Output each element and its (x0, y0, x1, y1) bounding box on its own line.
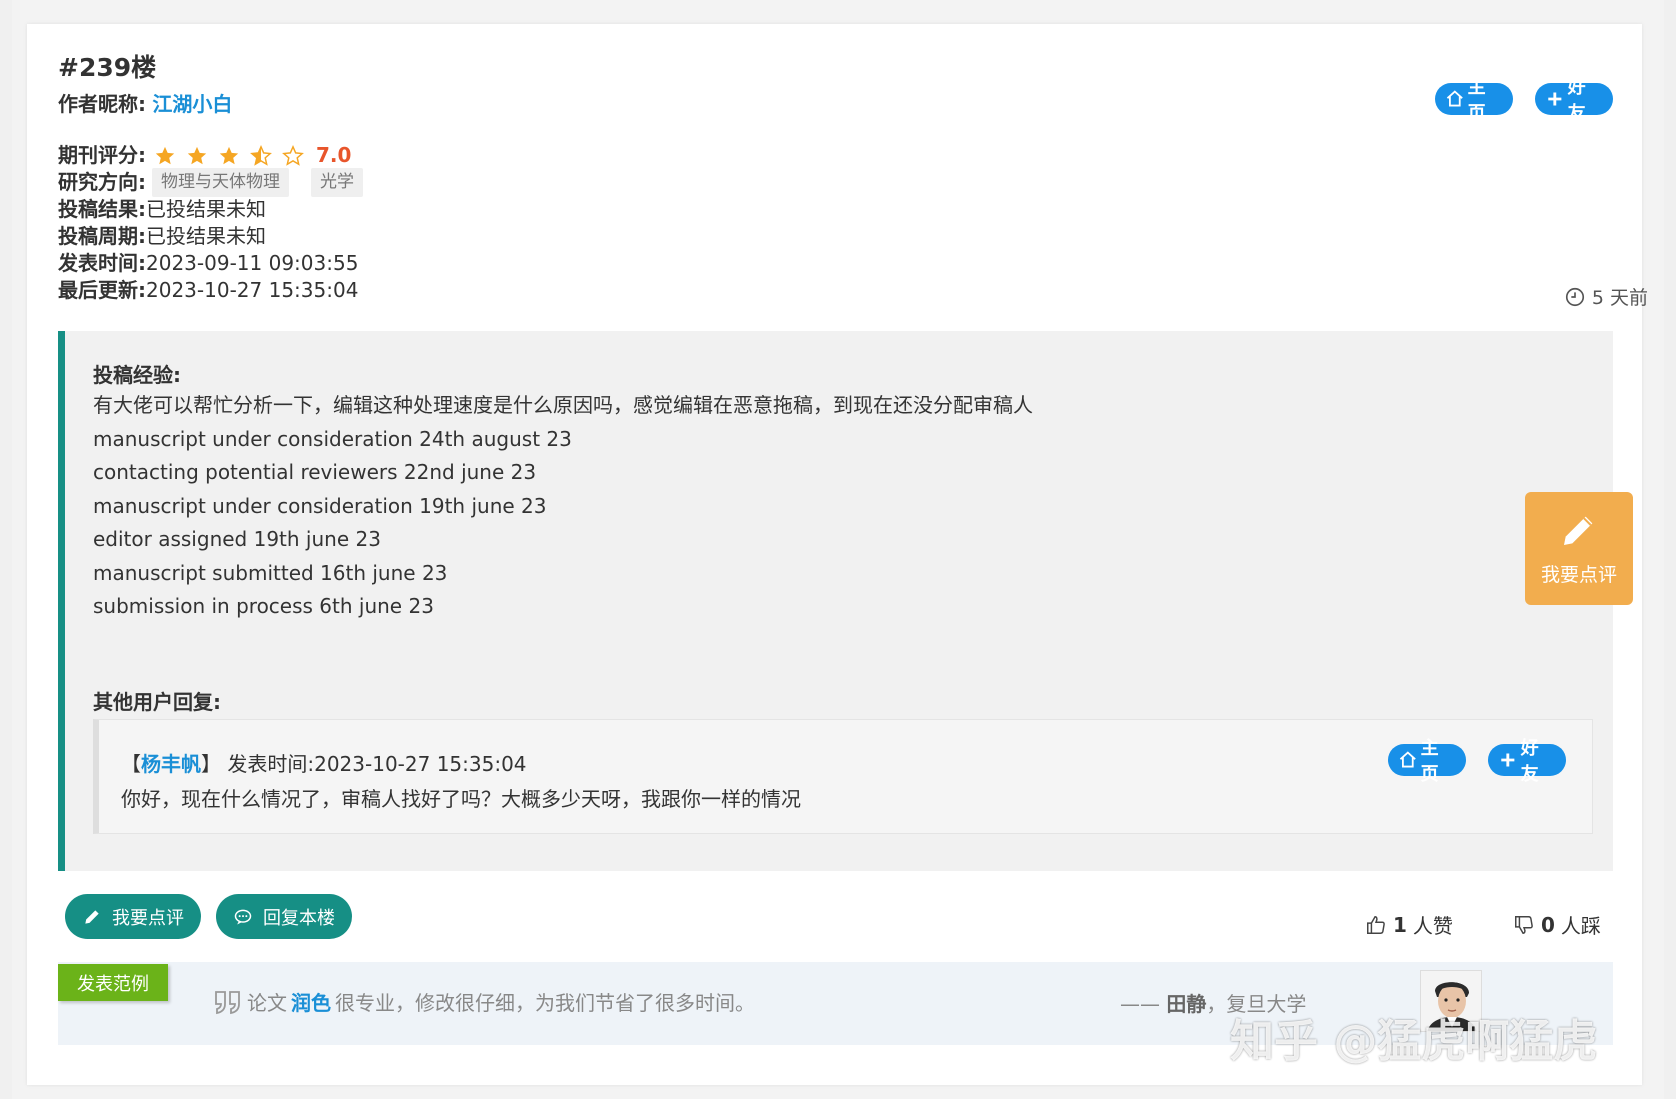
reply-header: 【杨丰帆】 发表时间:2023-10-27 15:35:04 (121, 748, 527, 777)
quote-highlight[interactable]: 润色 (291, 987, 331, 1016)
testimonial-author-name: 田静 (1166, 992, 1207, 1016)
update-row: 最后更新: 2023-10-27 15:35:04 (58, 277, 379, 304)
field-tag[interactable]: 物理与天体物理 (152, 168, 289, 197)
result-value: 已投结果未知 (146, 197, 266, 221)
author-home-button[interactable]: 主页 (1435, 77, 1513, 124)
star-empty-icon (282, 144, 304, 166)
author-add-friend-button[interactable]: 好友 (1535, 77, 1613, 124)
experience-line: submission in process 6th june 23 (93, 594, 434, 618)
rating-stars (154, 144, 304, 167)
dislike-count: 0 (1541, 912, 1555, 937)
home-button-label: 主页 (1420, 738, 1439, 785)
star-icon (155, 146, 175, 164)
reply-floor-button[interactable]: 回复本楼 (216, 894, 352, 939)
reply-user-home-button[interactable]: 主页 (1388, 738, 1466, 785)
like-button[interactable]: 1 人赞 (1365, 910, 1453, 939)
reply-bracket-open: 【 (121, 752, 141, 776)
star-icon (219, 146, 239, 164)
star-icon (187, 146, 207, 164)
field-tag[interactable]: 光学 (311, 168, 363, 197)
author-label: 作者昵称: (58, 92, 146, 116)
experience-line: manuscript under consideration 19th june… (93, 493, 547, 518)
field-row: 研究方向: 物理与天体物理 光学 (58, 168, 379, 197)
star-half-icon (250, 144, 272, 166)
reply-user-add-friend-button[interactable]: 好友 (1488, 738, 1566, 785)
result-label: 投稿结果: (58, 197, 146, 221)
floor-number: #239楼 (58, 53, 157, 82)
friend-button-label: 好友 (1567, 77, 1586, 124)
plus-icon (1548, 92, 1562, 106)
quote-suffix: 很专业，修改很仔细，为我们节省了很多时间。 (335, 991, 755, 1015)
rating-label: 期刊评分: (58, 143, 146, 167)
reply-time-label: 发表时间: (227, 752, 315, 776)
rating-row: 期刊评分: 7.0 (58, 142, 379, 169)
home-icon (1399, 751, 1416, 768)
home-button-label: 主页 (1467, 77, 1486, 124)
write-comment-label: 我要点评 (112, 907, 184, 929)
thumbs-down-icon (1515, 915, 1533, 934)
example-badge[interactable]: 发表范例 (58, 964, 168, 1001)
write-comment-button[interactable]: 我要点评 (65, 894, 201, 939)
experience-line: 有大佬可以帮忙分析一下，编辑这种处理速度是什么原因吗，感觉编辑在恶意拖稿，到现在… (93, 393, 1033, 417)
watermark: 知乎 @猛虎啊猛虎 (1230, 1016, 1598, 1067)
experience-line: contacting potential reviewers 22nd june… (93, 460, 537, 484)
period-label: 投稿周期: (58, 224, 146, 248)
experience-title: 投稿经验: (93, 363, 181, 387)
reply-floor-label: 回复本楼 (263, 907, 335, 929)
update-value: 2023-10-27 15:35:04 (146, 278, 359, 302)
home-icon (1446, 90, 1463, 107)
chat-icon (234, 909, 252, 924)
reply-bracket-close: 】 (201, 752, 221, 776)
experience-lines: 有大佬可以帮忙分析一下，编辑这种处理速度是什么原因吗，感觉编辑在恶意拖稿，到现在… (93, 389, 1033, 624)
reply-text: 你好，现在什么情况了，审稿人找好了吗？大概多少天呀，我跟你一样的情况 (121, 787, 801, 811)
experience-line: manuscript under consideration 24th augu… (93, 426, 572, 451)
quote-icon (215, 990, 240, 1014)
period-row: 投稿周期: 已投结果未知 (58, 223, 379, 250)
floating-comment-label: 我要点评 (1540, 564, 1617, 586)
clock-icon (1565, 287, 1584, 306)
publish-label: 发表时间: (58, 251, 146, 275)
time-ago: 5 天前 (1564, 283, 1648, 310)
dislike-button[interactable]: 0 人踩 (1513, 910, 1601, 939)
friend-button-label: 好友 (1520, 738, 1539, 785)
plus-icon (1501, 753, 1515, 767)
reply-user-link[interactable]: 杨丰帆 (141, 752, 201, 776)
author-name-link[interactable]: 江湖小白 (152, 92, 232, 116)
experience-box: 投稿经验: 有大佬可以帮忙分析一下，编辑这种处理速度是什么原因吗，感觉编辑在恶意… (58, 331, 1613, 871)
quote-prefix: 论文 (247, 991, 287, 1015)
post-info: 期刊评分: 7.0 研究方向: 物理与天体物理 光学 投稿结果: 已投结果未知 … (58, 142, 379, 304)
result-row: 投稿结果: 已投结果未知 (58, 196, 379, 223)
replies-title: 其他用户回复: (93, 690, 221, 714)
field-label: 研究方向: (58, 170, 146, 194)
publish-row: 发表时间: 2023-09-11 09:03:55 (58, 250, 379, 277)
reply-time: 2023-10-27 15:35:04 (314, 752, 527, 776)
author-dash: —— (1120, 992, 1160, 1016)
update-label: 最后更新: (58, 278, 146, 302)
testimonial-quote: 论文 润色 很专业，修改很仔细，为我们节省了很多时间。 (213, 987, 755, 1016)
author-row: 作者昵称: 江湖小白 (58, 88, 232, 117)
publish-value: 2023-09-11 09:03:55 (146, 251, 359, 275)
floating-comment-button[interactable]: 我要点评 (1525, 492, 1633, 605)
reply-item: 【杨丰帆】 发表时间:2023-10-27 15:35:04 你好，现在什么情况… (93, 719, 1593, 834)
period-value: 已投结果未知 (146, 224, 266, 248)
experience-line: editor assigned 19th june 23 (93, 527, 381, 551)
like-unit: 人赞 (1412, 914, 1453, 938)
rating-value: 7.0 (316, 143, 352, 167)
experience-line: manuscript submitted 16th june 23 (93, 560, 448, 585)
like-count: 1 (1393, 912, 1407, 937)
time-ago-text: 5 天前 (1591, 287, 1648, 309)
thumbs-up-icon (1367, 915, 1385, 934)
dislike-unit: 人踩 (1560, 914, 1601, 938)
pencil-icon (85, 909, 99, 924)
pencil-icon (1564, 516, 1593, 545)
